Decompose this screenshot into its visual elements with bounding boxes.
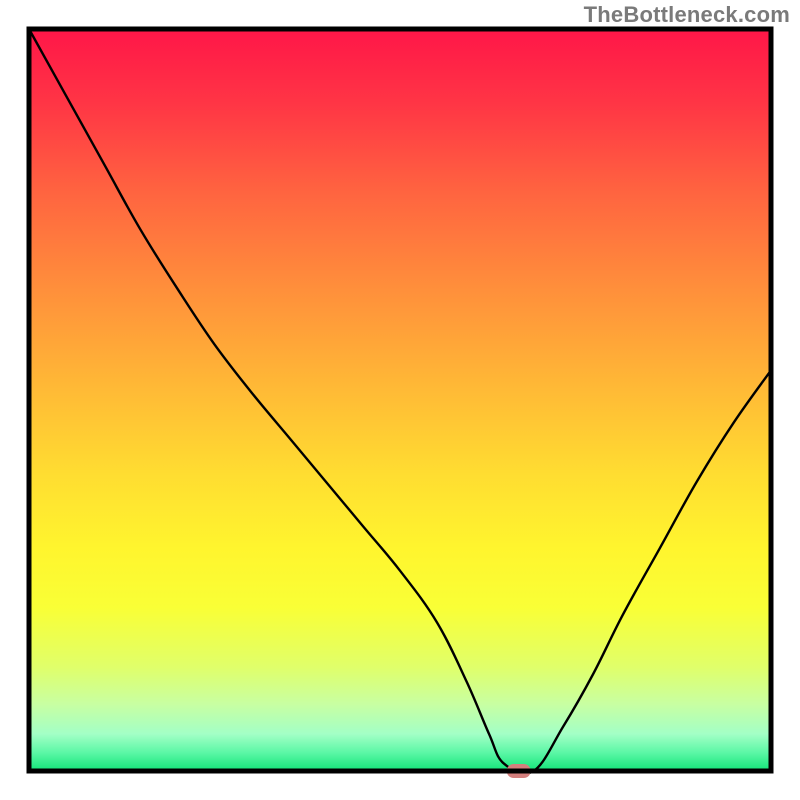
bottleneck-chart: TheBottleneck.com — [0, 0, 800, 800]
plot-background — [29, 29, 771, 771]
chart-svg — [0, 0, 800, 800]
watermark-text: TheBottleneck.com — [584, 2, 790, 28]
